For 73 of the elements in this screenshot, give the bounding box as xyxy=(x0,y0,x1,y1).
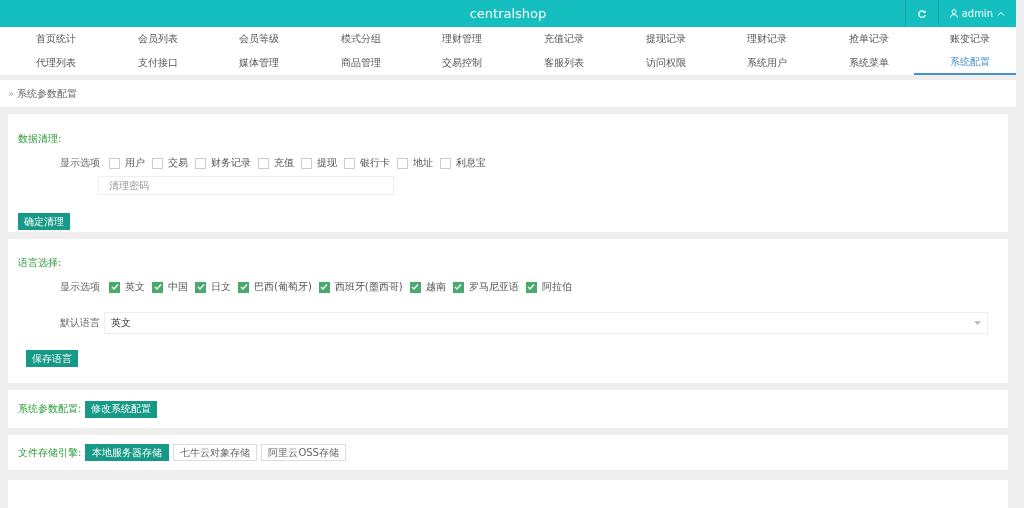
section-title: 语言选择: xyxy=(18,256,63,270)
checkbox-label: 罗马尼亚语 xyxy=(468,280,519,294)
language-select[interactable]: 英文 xyxy=(104,312,988,334)
checkbox-label: 英文 xyxy=(125,280,145,294)
checkbox[interactable] xyxy=(409,281,421,293)
checkbox-label: 银行卡 xyxy=(360,156,390,170)
nav-tab[interactable]: 提现记录 xyxy=(609,27,712,51)
nav-tab[interactable]: 系统配置 xyxy=(914,51,1016,75)
nav-tab[interactable]: 理财管理 xyxy=(406,27,508,51)
edit-config-button[interactable]: 修改系统配置 xyxy=(85,400,158,418)
nav-tab[interactable]: 会员等级 xyxy=(203,27,305,51)
nav-tab[interactable]: 首页统计 xyxy=(0,27,102,51)
checkbox[interactable] xyxy=(344,157,355,169)
checkbox[interactable] xyxy=(318,281,330,293)
section-title: 系统参数配置: xyxy=(18,402,82,416)
storage-engine-button[interactable]: 本地服务器存储 xyxy=(85,444,170,461)
checkbox-label: 用户 xyxy=(125,156,145,170)
checkbox[interactable] xyxy=(195,281,206,293)
field-label: 显示选项 xyxy=(60,280,100,294)
save-language-button[interactable]: 保存语言 xyxy=(26,350,78,367)
nav-tab[interactable]: 媒体管理 xyxy=(203,51,305,75)
checkbox[interactable] xyxy=(109,281,120,293)
checkbox-label: 交易 xyxy=(168,156,188,170)
breadcrumb: 系统参数配置 xyxy=(17,86,78,101)
nav-tab[interactable]: 会员列表 xyxy=(101,27,204,51)
section-title: 数据清理: xyxy=(18,132,63,146)
checkbox-label: 越南 xyxy=(425,280,446,294)
checkbox[interactable] xyxy=(109,157,120,169)
checkbox[interactable] xyxy=(258,157,269,169)
caret-icon xyxy=(997,11,1005,16)
storage-engine-button[interactable]: 七牛云对象存储 xyxy=(173,444,258,461)
checkbox[interactable] xyxy=(301,157,312,169)
checkbox-label: 日文 xyxy=(211,280,231,294)
checkbox-label: 西班牙(墨西哥) xyxy=(334,280,403,294)
breadcrumb-separator: » xyxy=(8,88,15,99)
nav-tab[interactable]: 系统菜单 xyxy=(812,51,915,75)
section-title: 文件存储引擎: xyxy=(18,445,82,460)
nav-tab[interactable]: 抢单记录 xyxy=(812,27,915,51)
nav-tab[interactable]: 代理列表 xyxy=(0,51,102,75)
checkbox[interactable] xyxy=(152,281,163,293)
field-label: 默认语言 xyxy=(60,316,100,330)
checkbox[interactable] xyxy=(452,281,464,293)
nav-tab[interactable]: 客服列表 xyxy=(508,51,610,75)
checkbox-label: 提现 xyxy=(317,156,337,170)
nav-tab[interactable]: 账变记录 xyxy=(914,27,1016,51)
nav-tab[interactable]: 充值记录 xyxy=(508,27,610,51)
caret-icon xyxy=(974,321,981,325)
nav-tab[interactable]: 理财记录 xyxy=(711,27,813,51)
checkbox-label: 中国 xyxy=(168,280,188,294)
nav-tab[interactable]: 系统用户 xyxy=(711,51,813,75)
checkbox[interactable] xyxy=(525,281,537,293)
checkbox[interactable] xyxy=(152,157,163,169)
nav-tab[interactable]: 模式分组 xyxy=(304,27,407,51)
checkbox[interactable] xyxy=(238,281,249,293)
user-icon xyxy=(949,9,958,18)
checkbox-label: 利息宝 xyxy=(456,156,486,170)
checkbox[interactable] xyxy=(397,157,408,169)
checkbox-label: 阿拉伯 xyxy=(541,280,572,294)
nav-tab[interactable]: 支付接口 xyxy=(101,51,204,75)
password-field[interactable]: 清理密码 xyxy=(98,176,394,195)
app-title: centralshop xyxy=(469,6,547,21)
nav-tab[interactable]: 访问权限 xyxy=(609,51,712,75)
checkbox-label: 财务记录 xyxy=(211,156,251,170)
storage-engine-button[interactable]: 阿里云OSS存储 xyxy=(261,444,346,461)
checkbox-label: 地址 xyxy=(413,156,433,170)
checkbox-label: 巴西(葡萄牙) xyxy=(254,280,312,294)
field-label: 显示选项 xyxy=(60,156,100,170)
checkbox[interactable] xyxy=(440,157,451,169)
nav-tab[interactable]: 交易控制 xyxy=(406,51,508,75)
checkbox-label: 充值 xyxy=(274,156,294,170)
nav-tab[interactable]: 商品管理 xyxy=(304,51,407,75)
checkbox[interactable] xyxy=(195,157,206,169)
confirm-clear-button[interactable]: 确定清理 xyxy=(18,213,70,230)
